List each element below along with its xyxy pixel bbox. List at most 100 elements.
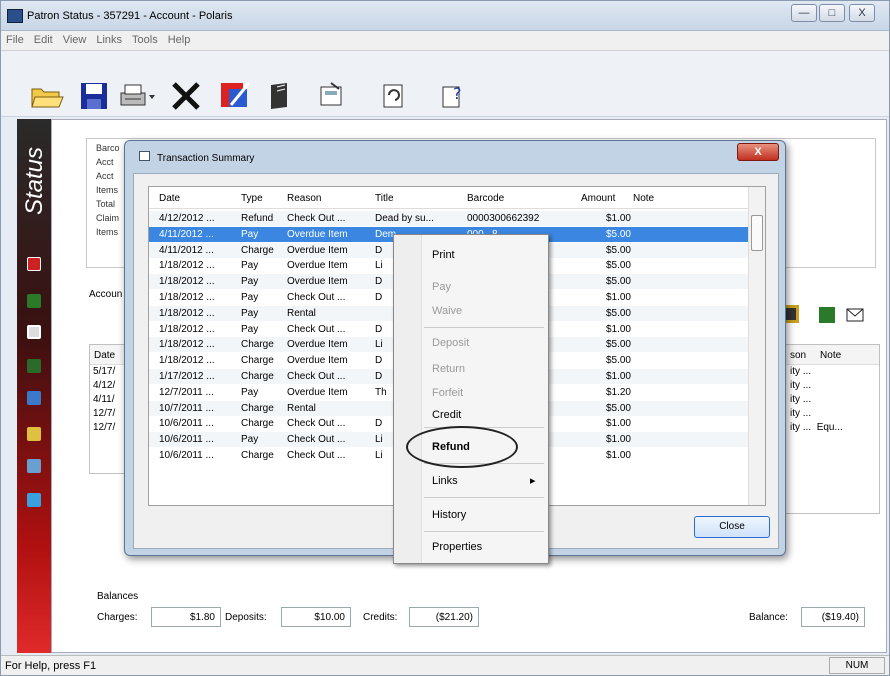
status-bar: For Help, press F1 NUM bbox=[1, 655, 889, 675]
menu-edit[interactable]: Edit bbox=[29, 31, 58, 49]
transaction-cell: Charge bbox=[241, 244, 274, 256]
transaction-cell: $5.00 bbox=[605, 260, 631, 272]
transaction-cell: $5.00 bbox=[605, 244, 631, 256]
menu-item-credit[interactable]: Credit bbox=[432, 409, 461, 421]
balance-label: Balance: bbox=[749, 612, 788, 623]
menu-links[interactable]: Links bbox=[91, 31, 127, 49]
transaction-cell: 1/18/2012 ... bbox=[159, 292, 215, 303]
patron-label-items: Items bbox=[96, 185, 119, 195]
dialog-close-button[interactable]: X bbox=[737, 143, 779, 161]
transaction-cell: Overdue Item bbox=[287, 355, 348, 367]
scrollbar-thumb[interactable] bbox=[751, 215, 763, 251]
svg-text:?: ? bbox=[453, 84, 462, 103]
print-icon[interactable] bbox=[117, 79, 157, 111]
credits-label: Credits: bbox=[363, 612, 398, 623]
refresh-icon[interactable] bbox=[379, 79, 407, 111]
header-type[interactable]: Type bbox=[241, 193, 263, 204]
account-row[interactable]: ity ... bbox=[786, 393, 879, 407]
notes-icon[interactable] bbox=[27, 427, 41, 441]
context-menu-gutter bbox=[394, 235, 422, 563]
header-note: Note bbox=[820, 350, 842, 361]
transaction-cell: Overdue Item bbox=[287, 244, 348, 256]
transaction-cell: Pay bbox=[241, 323, 259, 335]
account-grid-right: son Note ity ... ity ... ity ... ity ...… bbox=[785, 344, 880, 514]
menu-tools[interactable]: Tools bbox=[127, 31, 163, 49]
menu-item-properties[interactable]: Properties bbox=[432, 541, 482, 553]
menu-item-return[interactable]: Return bbox=[432, 363, 465, 375]
close-window-button[interactable]: X bbox=[849, 4, 875, 22]
transaction-cell: Pay bbox=[241, 307, 259, 319]
menu-item-pay[interactable]: Pay bbox=[432, 281, 451, 293]
account-icon[interactable] bbox=[27, 325, 41, 339]
menu-item-deposit[interactable]: Deposit bbox=[432, 337, 469, 349]
menu-separator bbox=[424, 531, 544, 532]
book-icon[interactable] bbox=[265, 79, 295, 111]
minimize-button[interactable]: — bbox=[791, 4, 817, 22]
transaction-row[interactable]: 4/12/2012 ... Refund Check Out ... Dead by … bbox=[149, 211, 749, 226]
close-button[interactable]: Close bbox=[694, 516, 770, 538]
grid-scrollbar[interactable] bbox=[748, 187, 765, 505]
transaction-cell: Overdue Item bbox=[287, 228, 348, 240]
menu-item-print[interactable]: Print bbox=[432, 249, 455, 261]
cell-reason: ity ... bbox=[790, 394, 812, 405]
items-icon[interactable] bbox=[27, 294, 41, 308]
account-row[interactable]: ity ... bbox=[786, 407, 879, 421]
transaction-cell: 1/18/2012 ... bbox=[159, 260, 215, 272]
transaction-cell: 1/18/2012 ... bbox=[159, 307, 215, 319]
submenu-arrow-icon: ▸ bbox=[530, 475, 536, 487]
properties-icon[interactable] bbox=[317, 79, 345, 111]
menu-item-forfeit[interactable]: Forfeit bbox=[432, 387, 463, 399]
menu-file[interactable]: File bbox=[1, 31, 29, 49]
cell-reason: ity ... bbox=[790, 422, 812, 433]
header-title[interactable]: Title bbox=[375, 193, 394, 204]
menu-item-links[interactable]: Links bbox=[432, 475, 458, 487]
balances-label: Balances bbox=[97, 591, 139, 602]
window-title: Patron Status - 357291 - Account - Polar… bbox=[27, 10, 233, 22]
transaction-cell: $5.00 bbox=[605, 228, 631, 240]
transaction-cell: Check Out ... bbox=[287, 292, 346, 303]
transaction-cell: Overdue Item bbox=[287, 260, 348, 272]
transaction-cell: Check Out ... bbox=[287, 323, 346, 335]
header-amount[interactable]: Amount bbox=[581, 193, 615, 204]
header-barcode[interactable]: Barcode bbox=[467, 193, 504, 204]
edit-record-icon[interactable] bbox=[27, 493, 41, 507]
menu-item-history[interactable]: History bbox=[432, 509, 466, 521]
transaction-cell: Dead by su... bbox=[375, 213, 434, 224]
transaction-cell: Pay bbox=[241, 292, 259, 303]
num-lock-indicator: NUM bbox=[829, 657, 885, 674]
delete-icon[interactable] bbox=[169, 79, 203, 111]
charges-label: Charges: bbox=[97, 612, 138, 623]
menu-item-waive[interactable]: Waive bbox=[432, 305, 462, 317]
menu-help[interactable]: Help bbox=[163, 31, 196, 49]
transaction-cell: Check Out ... bbox=[287, 434, 346, 446]
help-icon[interactable]: ? bbox=[439, 79, 467, 111]
cell-reason: ity ... bbox=[790, 366, 812, 377]
claims-icon[interactable] bbox=[27, 459, 41, 473]
open-folder-icon[interactable] bbox=[29, 79, 65, 111]
history-icon[interactable] bbox=[27, 391, 41, 405]
save-icon[interactable] bbox=[79, 79, 109, 111]
grid-header: Date Type Reason Title Barcode Amount No… bbox=[149, 187, 749, 209]
alert-icon[interactable] bbox=[27, 257, 41, 271]
deposits-value: $10.00 bbox=[281, 607, 351, 627]
account-row[interactable]: ity ... bbox=[786, 365, 879, 379]
account-row[interactable]: ity ... bbox=[786, 379, 879, 393]
refund-highlight-circle bbox=[406, 426, 518, 468]
edit-icon[interactable] bbox=[219, 79, 253, 111]
add-note-icon[interactable] bbox=[819, 307, 835, 323]
transaction-cell: $5.00 bbox=[605, 276, 631, 288]
header-date[interactable]: Date bbox=[159, 193, 180, 204]
header-reason[interactable]: Reason bbox=[287, 193, 321, 204]
transaction-cell: Check Out ... bbox=[287, 418, 346, 430]
holds-icon[interactable] bbox=[27, 359, 41, 373]
email-icon[interactable] bbox=[846, 308, 864, 322]
transaction-cell: Pay bbox=[241, 434, 259, 446]
account-row[interactable]: ity ... Equ... bbox=[786, 421, 879, 435]
transaction-cell: 4/11/2012 ... bbox=[159, 244, 214, 256]
menu-view[interactable]: View bbox=[58, 31, 92, 49]
maximize-button[interactable]: □ bbox=[819, 4, 845, 22]
transaction-cell: 10/6/2011 ... bbox=[159, 418, 214, 430]
account-label: Accoun bbox=[89, 289, 123, 300]
header-note[interactable]: Note bbox=[633, 193, 654, 204]
transaction-cell: 4/12/2012 ... bbox=[159, 213, 215, 224]
